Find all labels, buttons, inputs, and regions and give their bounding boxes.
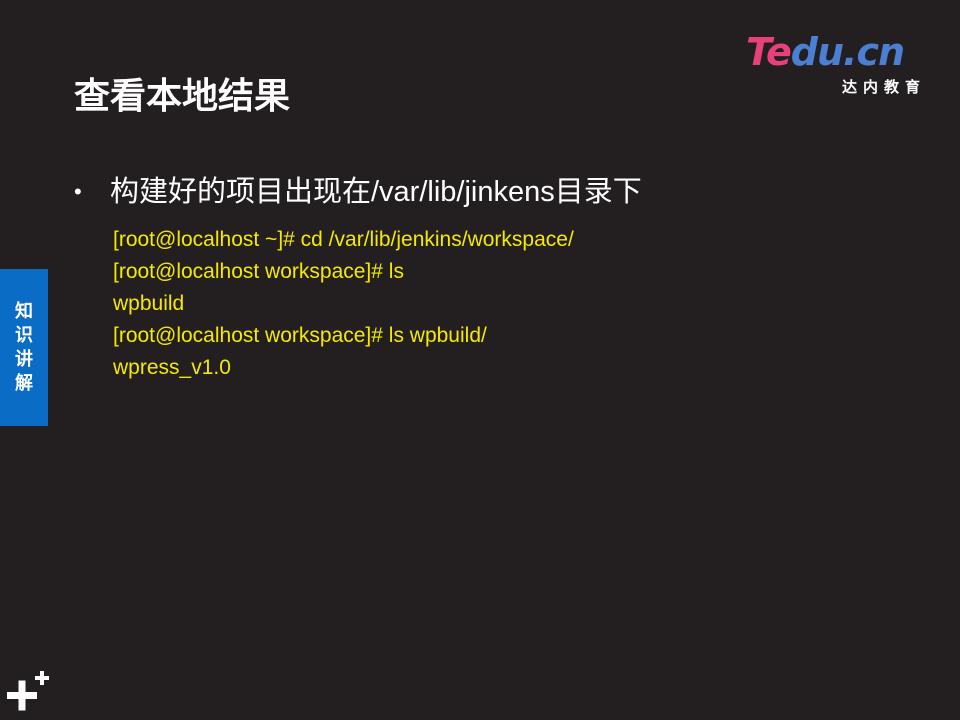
bullet-dot-icon: • xyxy=(74,179,82,204)
logo-brand-rest: du.cn xyxy=(790,30,905,74)
bullet-text: 构建好的项目出现在/var/lib/jinkens目录下 xyxy=(110,176,642,208)
code-line: [root@localhost workspace]# ls xyxy=(113,260,404,283)
slide-title: 查看本地结果 xyxy=(74,76,291,117)
tedu-logo: Tedu.cn 达内教育 xyxy=(746,30,926,100)
logo-subtitle: 达内教育 xyxy=(841,78,926,96)
code-block: [root@localhost ~]# cd /var/lib/jenkins/… xyxy=(113,224,574,384)
plus-icon xyxy=(7,671,49,711)
logo-brand: Tedu.cn xyxy=(746,30,905,74)
side-tab-label: 知识讲解 xyxy=(15,300,33,394)
bullet-item: • 构建好的项目出现在/var/lib/jinkens目录下 xyxy=(74,172,642,212)
side-tab: 知识讲解 xyxy=(0,269,48,426)
code-line: wpbuild xyxy=(113,292,185,315)
logo-brand-highlight: Te xyxy=(746,30,792,74)
code-line: [root@localhost workspace]# ls wpbuild/ xyxy=(113,324,487,347)
slide: Tedu.cn 达内教育 查看本地结果 • 构建好的项目出现在/var/lib/… xyxy=(0,0,960,720)
code-line: wpress_v1.0 xyxy=(113,356,231,379)
code-line: [root@localhost ~]# cd /var/lib/jenkins/… xyxy=(113,228,574,251)
